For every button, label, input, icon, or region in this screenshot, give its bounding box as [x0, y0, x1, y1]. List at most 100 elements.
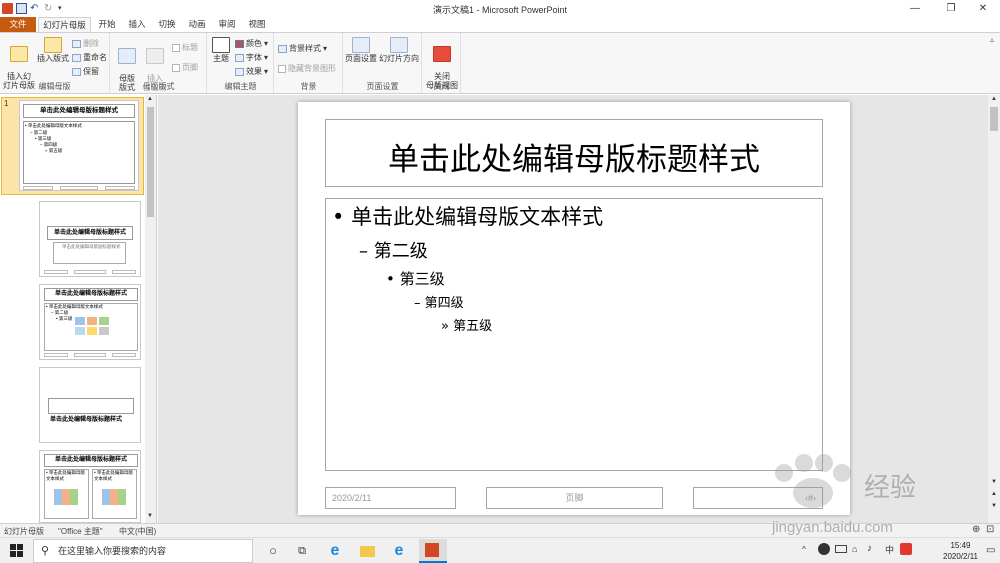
tab-slide-master[interactable]: 幻灯片母版	[38, 17, 91, 32]
insert-layout-button[interactable]: 插入版式	[35, 37, 71, 63]
sogou-icon[interactable]	[900, 543, 912, 555]
preserve-button[interactable]: 保留	[72, 66, 99, 77]
slide-master-editor[interactable]: 单击此处编辑母版标题样式 • 单击此处编辑母版文本样式 – 第二级 • 第三级 …	[298, 102, 850, 515]
thumbnail-layout-content[interactable]: 单击此处编辑母版标题样式 • 单击此处编辑母版文本样式 – 第二级 • 第三级	[39, 284, 141, 360]
slide-orientation-button[interactable]: 幻灯片方向	[378, 37, 420, 63]
notification-icon[interactable]: ▭	[986, 545, 995, 556]
date-placeholder[interactable]: 2020/2/11	[325, 487, 456, 509]
fit-to-window-icon[interactable]: ⊡	[986, 524, 994, 535]
close-icon[interactable]: ✕	[966, 0, 1000, 17]
tray-expand-icon[interactable]: ^	[802, 545, 806, 554]
edge-browser-icon[interactable]: e	[325, 541, 345, 561]
battery-icon[interactable]	[835, 545, 847, 553]
thumbnail-layout-section-header[interactable]: 单击此处编辑母版标题样式	[39, 367, 141, 443]
hide-bg-graphics-checkbox[interactable]: 隐藏背景图形	[278, 63, 336, 74]
taskbar-search-input[interactable]: ⚲ 在这里输入你要搜索的内容	[33, 539, 253, 563]
rename-button[interactable]: 重命名	[72, 52, 107, 63]
minimize-icon[interactable]: —	[898, 0, 932, 17]
group-label-edit-master: 编辑母版	[38, 82, 71, 91]
collapse-ribbon-icon[interactable]: ▵	[990, 35, 994, 44]
task-view-icon[interactable]: ⧉	[292, 541, 312, 561]
tab-home[interactable]: 开始	[94, 17, 120, 32]
colors-button[interactable]: 颜色 ▾	[235, 38, 268, 49]
background-styles-button[interactable]: 背景样式 ▾	[278, 43, 327, 54]
dash-bullet-icon: –	[414, 296, 421, 311]
footer-text: 页脚	[565, 493, 584, 503]
network-icon[interactable]: ⌂	[852, 544, 857, 554]
cortana-icon[interactable]: ○	[263, 541, 283, 561]
tab-view[interactable]: 视图	[244, 17, 270, 32]
preserve-label: 保留	[83, 67, 99, 76]
group-label-close: 关闭	[433, 82, 450, 91]
thumbnail-footer-box	[74, 270, 106, 274]
tab-animations[interactable]: 动画	[184, 17, 210, 32]
tab-file[interactable]: 文件	[0, 17, 36, 32]
tab-review[interactable]: 审阅	[214, 17, 240, 32]
level-3-text: • 第三级	[386, 268, 445, 289]
main-scroll-thumb[interactable]	[990, 107, 998, 131]
file-explorer-icon[interactable]	[357, 541, 377, 561]
effects-label: 效果	[246, 67, 262, 76]
title-checkbox-label: 标题	[182, 43, 198, 52]
group-label-page-setup: 页面设置	[366, 82, 399, 91]
thumbnail-title: 单击此处编辑母版标题样式	[23, 104, 135, 118]
insert-slide-master-icon	[10, 46, 28, 62]
ime-icon[interactable]: 中	[885, 543, 894, 556]
body-placeholder[interactable]: • 单击此处编辑母版文本样式 – 第二级 • 第三级 – 第四级 » 第五级	[325, 198, 823, 471]
level-3-label: 第三级	[399, 270, 445, 288]
dash-bullet-icon: –	[359, 241, 368, 262]
title-checkbox[interactable]: 标题	[172, 42, 198, 53]
tray-clock[interactable]: 15:49 2020/2/11	[943, 540, 978, 562]
themes-button[interactable]: 主题	[210, 37, 232, 63]
clock-date: 2020/2/11	[943, 552, 978, 561]
bullet-icon: •	[386, 270, 395, 288]
main-scrollbar[interactable]: ▲ ▼ ▲ ▼	[988, 95, 1000, 523]
background-styles-label: 背景样式	[289, 44, 321, 53]
footer-checkbox[interactable]: 页脚	[172, 62, 198, 73]
qq-icon[interactable]	[818, 543, 830, 555]
page-setup-button[interactable]: 页面设置	[344, 37, 378, 63]
tab-transitions[interactable]: 切换	[154, 17, 180, 32]
group-label-background: 背景	[300, 82, 317, 91]
status-view: 幻灯片母版	[4, 527, 44, 536]
tab-insert[interactable]: 插入	[124, 17, 150, 32]
thumbnail-line: • 单击此处编辑母版文本样式	[94, 470, 133, 481]
thumbnail-scrollbar[interactable]: ▲ ▼	[145, 95, 156, 523]
thumbnail-slide-master[interactable]: 单击此处编辑母版标题样式 • 单击此处编辑母版文本样式 – 第二级 • 第三级 …	[19, 100, 139, 191]
previous-slide-icon[interactable]: ▲	[991, 491, 997, 497]
windows-start-icon[interactable]	[10, 544, 23, 557]
search-placeholder: 在这里输入你要搜索的内容	[58, 546, 167, 556]
footer-placeholder[interactable]: 页脚	[486, 487, 663, 509]
scroll-down-icon[interactable]: ▼	[991, 479, 997, 485]
restore-icon[interactable]: ❐	[934, 0, 968, 17]
insert-layout-icon	[44, 37, 62, 53]
level-2-label: 第二级	[373, 241, 428, 262]
group-label-edit-theme: 编辑主题	[224, 82, 257, 91]
thumbnail-footer-box	[44, 270, 68, 274]
ie-browser-icon[interactable]: e	[389, 541, 409, 561]
scroll-up-icon[interactable]: ▲	[147, 96, 153, 102]
scroll-up-icon[interactable]: ▲	[991, 96, 997, 102]
level-1-text: • 单击此处编辑母版文本样式	[332, 201, 603, 231]
themes-label: 主题	[213, 54, 229, 63]
delete-button[interactable]: 删除	[72, 38, 99, 49]
zoom-in-icon[interactable]: ⊕	[972, 524, 980, 535]
effects-icon	[235, 67, 244, 76]
next-slide-icon[interactable]: ▼	[991, 503, 997, 509]
thumbnail-layout-two-content[interactable]: 单击此处编辑母版标题样式 • 单击此处编辑母版文本样式 • 单击此处编辑母版文本…	[39, 450, 141, 523]
slide-number-placeholder[interactable]: ‹#›	[693, 487, 823, 509]
thumbnail-title: 单击此处编辑母版标题样式	[44, 454, 138, 467]
effects-button[interactable]: 效果 ▾	[235, 66, 268, 77]
group-page-setup: 页面设置 幻灯片方向 页面设置	[344, 33, 422, 93]
thumbnail-layout-title[interactable]: 单击此处编辑母版标题样式 单击此处编辑母版副标题样式	[39, 201, 141, 277]
volume-icon[interactable]: ♪	[867, 543, 872, 554]
thumbnail-scroll-thumb[interactable]	[147, 107, 154, 217]
status-language[interactable]: 中文(中国)	[119, 526, 156, 537]
thumbnail-footer-box	[23, 186, 53, 190]
fonts-button[interactable]: 字体 ▾	[235, 52, 268, 63]
thumbnail-footer-box	[112, 270, 136, 274]
thumbnail-line: » 第五级	[45, 148, 63, 153]
title-placeholder[interactable]: 单击此处编辑母版标题样式	[325, 119, 823, 187]
scroll-down-icon[interactable]: ▼	[147, 513, 153, 519]
powerpoint-taskbar-icon[interactable]	[419, 539, 447, 563]
